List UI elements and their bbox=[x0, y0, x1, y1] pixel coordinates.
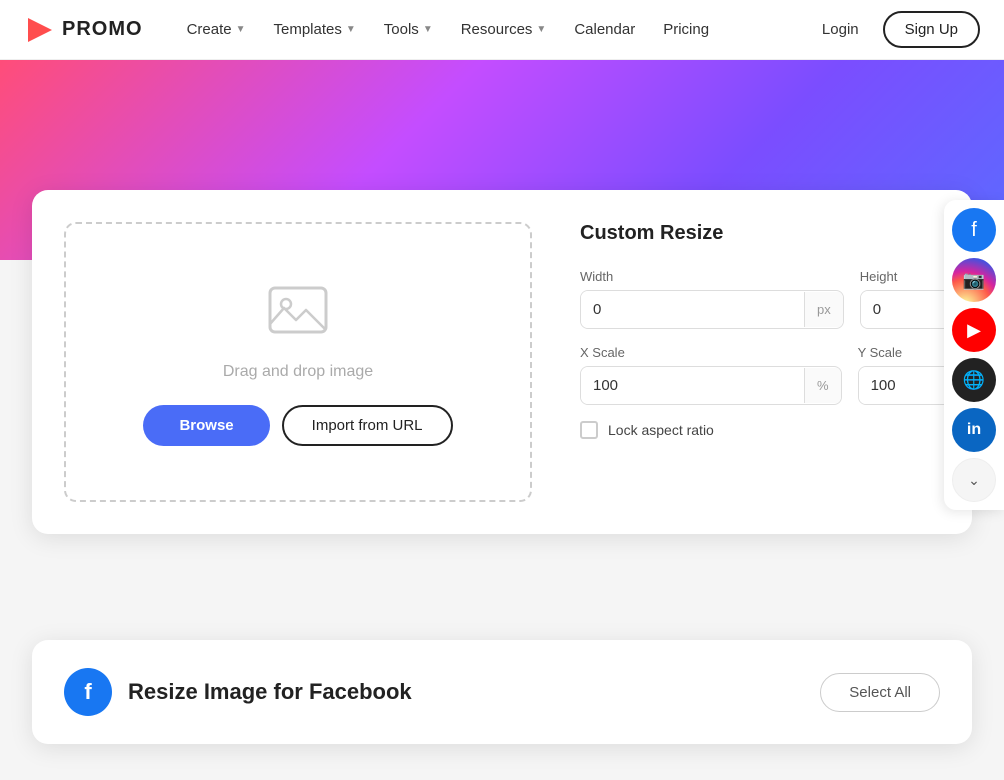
import-url-button[interactable]: Import from URL bbox=[282, 405, 453, 446]
social-sidebar: f 📷 ▶ 🌐 in ⌄ bbox=[944, 200, 1004, 510]
fb-section-left: f Resize Image for Facebook bbox=[64, 668, 412, 716]
width-input-wrap: px bbox=[580, 290, 844, 329]
lock-aspect-label: Lock aspect ratio bbox=[608, 422, 714, 438]
brand-name: PROMO bbox=[62, 18, 143, 41]
social-youtube-button[interactable]: ▶ bbox=[952, 308, 996, 352]
chevron-down-icon: ▼ bbox=[236, 24, 246, 35]
width-input[interactable] bbox=[581, 291, 804, 328]
login-button[interactable]: Login bbox=[810, 13, 871, 46]
xscale-label: X Scale bbox=[580, 345, 842, 360]
navbar: PROMO Create ▼ Templates ▼ Tools ▼ Resou… bbox=[0, 0, 1004, 60]
xscale-input-wrap: % bbox=[580, 366, 842, 405]
bottom-section: f Resize Image for Facebook Select All bbox=[32, 640, 972, 744]
xscale-input[interactable] bbox=[581, 367, 804, 404]
main-card: Drag and drop image Browse Import from U… bbox=[32, 190, 972, 534]
nav-templates[interactable]: Templates ▼ bbox=[262, 13, 368, 46]
browse-button[interactable]: Browse bbox=[143, 405, 269, 446]
social-instagram-button[interactable]: 📷 bbox=[952, 258, 996, 302]
social-linkedin-button[interactable]: in bbox=[952, 408, 996, 452]
signup-button[interactable]: Sign Up bbox=[883, 11, 980, 48]
nav-create[interactable]: Create ▼ bbox=[175, 13, 258, 46]
drag-drop-text: Drag and drop image bbox=[223, 363, 373, 381]
chevron-down-icon: ▼ bbox=[346, 24, 356, 35]
resize-panel: Custom Resize Width px Height px bbox=[580, 222, 940, 502]
width-field: Width px bbox=[580, 269, 844, 329]
page-wrapper: Drag and drop image Browse Import from U… bbox=[0, 60, 1004, 780]
nav-calendar[interactable]: Calendar bbox=[562, 13, 647, 46]
chevron-down-icon: ▼ bbox=[423, 24, 433, 35]
image-icon bbox=[266, 278, 330, 347]
width-label: Width bbox=[580, 269, 844, 284]
facebook-icon: f bbox=[64, 668, 112, 716]
xscale-field: X Scale % bbox=[580, 345, 842, 405]
upload-buttons: Browse Import from URL bbox=[143, 405, 452, 446]
resize-row-scale: X Scale % Y Scale % bbox=[580, 345, 940, 405]
logo[interactable]: PROMO bbox=[24, 14, 143, 46]
width-unit: px bbox=[804, 292, 843, 327]
nav-items: Create ▼ Templates ▼ Tools ▼ Resources ▼… bbox=[175, 13, 810, 46]
lock-aspect-checkbox[interactable] bbox=[580, 421, 598, 439]
nav-tools[interactable]: Tools ▼ bbox=[372, 13, 445, 46]
social-expand-button[interactable]: ⌄ bbox=[952, 458, 996, 502]
resize-title: Custom Resize bbox=[580, 222, 940, 245]
lock-aspect-row: Lock aspect ratio bbox=[580, 421, 940, 439]
xscale-unit: % bbox=[804, 368, 841, 403]
upload-area[interactable]: Drag and drop image Browse Import from U… bbox=[64, 222, 532, 502]
fb-title: Resize Image for Facebook bbox=[128, 679, 412, 705]
nav-pricing[interactable]: Pricing bbox=[651, 13, 721, 46]
social-facebook-button[interactable]: f bbox=[952, 208, 996, 252]
nav-right: Login Sign Up bbox=[810, 11, 980, 48]
select-all-button[interactable]: Select All bbox=[820, 673, 940, 712]
resize-row-dimensions: Width px Height px bbox=[580, 269, 940, 329]
nav-resources[interactable]: Resources ▼ bbox=[449, 13, 559, 46]
social-globe-button[interactable]: 🌐 bbox=[952, 358, 996, 402]
chevron-down-icon: ▼ bbox=[536, 24, 546, 35]
